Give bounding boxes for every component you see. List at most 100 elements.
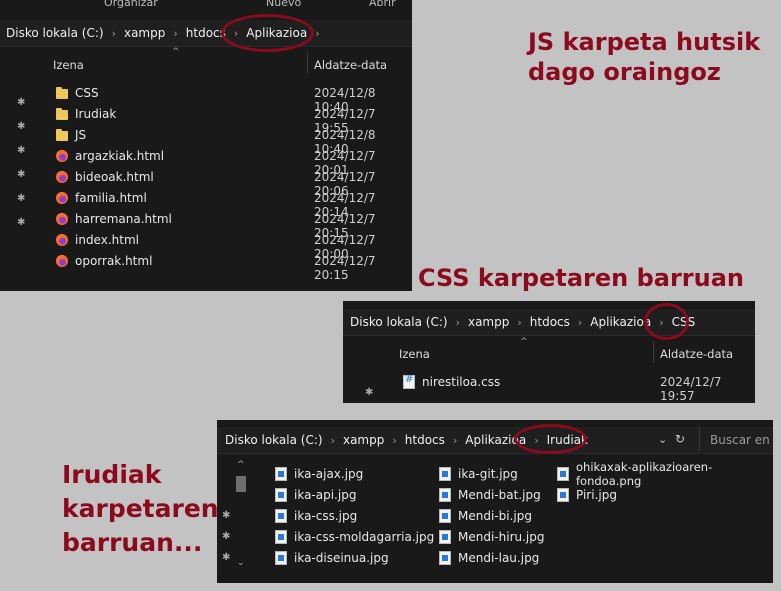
chevron-right-icon: ›: [111, 26, 116, 40]
file-row[interactable]: Mendi-bat.jpg: [439, 484, 541, 505]
scroll-thumb[interactable]: [236, 476, 246, 492]
file-row[interactable]: Mendi-bi.jpg: [439, 505, 532, 526]
firefox-icon: [56, 170, 68, 183]
scroll-down-icon[interactable]: ⌄: [237, 558, 245, 568]
pin-icon: ✱: [17, 169, 26, 180]
address-bar[interactable]: Disko lokala (C:) › xampp › htdocs › Apl…: [217, 427, 773, 454]
file-row-irudiak[interactable]: Irudiak: [56, 103, 116, 124]
caption-irudiak: Irudiak karpetaren barruan...: [62, 458, 219, 560]
ribbon-organizar[interactable]: Organizar: [104, 0, 158, 9]
file-row[interactable]: ika-ajax.jpg: [275, 463, 363, 484]
file-row[interactable]: ika-diseinua.jpg: [275, 547, 389, 568]
file-row[interactable]: Mendi-hiru.jpg: [439, 526, 544, 547]
file-name: Mendi-bat.jpg: [458, 487, 541, 502]
pin-icon: ✱: [365, 387, 374, 398]
chevron-down-icon[interactable]: ⌄: [658, 433, 667, 446]
image-file-icon: [439, 466, 451, 481]
file-name: nirestiloa.css: [422, 374, 501, 389]
scroll-up-icon[interactable]: ^: [237, 460, 245, 470]
file-row[interactable]: ika-api.jpg: [275, 484, 356, 505]
image-file-icon: [275, 508, 287, 523]
breadcrumb-xampp[interactable]: xampp: [121, 26, 168, 40]
search-input[interactable]: Buscar en Ir: [699, 427, 773, 452]
column-divider[interactable]: [307, 52, 308, 74]
file-row-harremana[interactable]: harremana.html: [56, 208, 172, 229]
image-file-icon: [557, 487, 569, 502]
explorer-window-css: Disko lokala (C:) › xampp › htdocs › Apl…: [343, 301, 755, 403]
caption-line: dago oraingoz: [528, 58, 721, 86]
address-bar[interactable]: Disko lokala (C:) › xampp › htdocs › Apl…: [343, 309, 755, 336]
breadcrumb-htdocs[interactable]: htdocs: [402, 433, 448, 447]
breadcrumb-xampp[interactable]: xampp: [340, 433, 387, 447]
image-file-icon: [439, 508, 451, 523]
file-row[interactable]: Piri.jpg: [557, 484, 617, 505]
caption-line: barruan...: [62, 528, 203, 557]
file-name: bideoak.html: [75, 169, 154, 184]
folder-icon: [56, 86, 68, 99]
breadcrumb-htdocs[interactable]: htdocs: [527, 315, 573, 329]
css-file-icon: [403, 374, 415, 389]
file-row-bideoak[interactable]: bideoak.html: [56, 166, 154, 187]
ribbon-abrir[interactable]: Abrir: [369, 0, 396, 9]
highlight-oval: [514, 424, 587, 454]
firefox-icon: [56, 233, 68, 246]
caption-line: Irudiak: [62, 460, 162, 489]
caption-line: karpetaren: [62, 494, 219, 523]
breadcrumb-disko[interactable]: Disko lokala (C:): [343, 315, 451, 329]
file-date: 2024/12/7 19:57: [660, 375, 722, 403]
breadcrumb-disko[interactable]: Disko lokala (C:): [0, 26, 107, 40]
firefox-icon: [56, 212, 68, 225]
refresh-icon[interactable]: ↻: [675, 432, 685, 446]
file-name: oporrak.html: [75, 253, 153, 268]
file-name: ika-api.jpg: [294, 487, 357, 502]
sort-arrow-icon: ^: [520, 337, 528, 347]
file-row-js[interactable]: JS: [56, 124, 86, 145]
image-file-icon: [557, 466, 569, 481]
file-name: argazkiak.html: [75, 148, 165, 163]
explorer-window-irudiak: Disko lokala (C:) › xampp › htdocs › Apl…: [217, 420, 773, 583]
chevron-right-icon: ›: [455, 315, 460, 329]
file-row-argazkiak[interactable]: argazkiak.html: [56, 145, 164, 166]
explorer-window-aplikazioa: Organizar Nuevo Abrir Disko lokala (C:) …: [0, 0, 412, 291]
file-row-oporrak[interactable]: oporrak.html: [56, 250, 152, 271]
address-bar[interactable]: Disko lokala (C:) › xampp › htdocs › Apl…: [0, 20, 412, 47]
breadcrumb-disko[interactable]: Disko lokala (C:): [217, 433, 326, 447]
breadcrumb-xampp[interactable]: xampp: [465, 315, 512, 329]
firefox-icon: [56, 191, 68, 204]
pin-icon: ✱: [17, 97, 26, 108]
file-row[interactable]: ika-css.jpg: [275, 505, 357, 526]
ribbon-nuevo[interactable]: Nuevo: [266, 0, 301, 9]
highlight-oval: [221, 14, 314, 52]
caption-css: CSS karpetaren barruan: [418, 264, 744, 292]
column-header-name[interactable]: Izena: [399, 347, 430, 361]
file-row[interactable]: ohikaxak-aplikazioaren-fondoa.png: [557, 460, 773, 488]
scrollbar[interactable]: ^ ⌄: [234, 460, 248, 580]
image-file-icon: [439, 487, 451, 502]
file-row[interactable]: ika-css-moldagarria.jpg: [275, 526, 434, 547]
file-row[interactable]: ika-git.jpg: [439, 463, 518, 484]
file-name: ika-ajax.jpg: [294, 466, 364, 481]
column-divider[interactable]: [653, 341, 654, 363]
file-name: ika-diseinua.jpg: [294, 550, 389, 565]
image-file-icon: [275, 529, 287, 544]
column-header-date[interactable]: Aldatze-data: [314, 58, 387, 72]
chevron-right-icon: ›: [173, 26, 178, 40]
file-row-css[interactable]: CSS: [56, 82, 99, 103]
file-name: familia.html: [75, 190, 147, 205]
folder-icon: [56, 128, 68, 141]
pin-icon: ✱: [17, 217, 26, 228]
image-file-icon: [439, 550, 451, 565]
file-name: ika-css-moldagarria.jpg: [294, 529, 435, 544]
file-row-index[interactable]: index.html: [56, 229, 139, 250]
file-row-familia[interactable]: familia.html: [56, 187, 147, 208]
firefox-icon: [56, 254, 68, 267]
column-header-date[interactable]: Aldatze-data: [660, 347, 733, 361]
file-name: harremana.html: [75, 211, 172, 226]
pin-icon: ✱: [222, 552, 231, 563]
file-row[interactable]: Mendi-lau.jpg: [439, 547, 539, 568]
file-row-nirestiloa[interactable]: nirestiloa.css: [403, 371, 500, 392]
pin-icon: ✱: [222, 510, 231, 521]
column-header-name[interactable]: Izena: [53, 58, 84, 72]
chevron-right-icon: ›: [330, 433, 335, 447]
pin-icon: ✱: [17, 145, 26, 156]
